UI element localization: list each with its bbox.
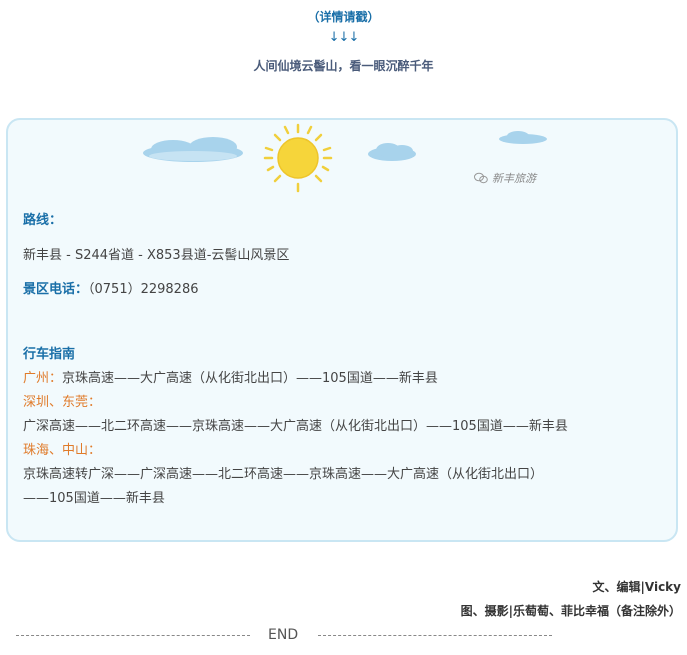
cloud-right-icon xyxy=(499,131,547,144)
guangzhou-text: 京珠高速——大广高速（从化街北出口）——105国道——新丰县 xyxy=(62,371,438,386)
route-text: 新丰县 - S244省道 - X853县道-云髻山风景区 xyxy=(23,248,290,263)
zhuhai-text-line1: 京珠高速转广深——广深高速——北二环高速——京珠高速——大广高速（从化街北出口） xyxy=(23,467,544,482)
end-divider-right xyxy=(318,635,552,636)
phone-row: 景区电话：（0751）2298286 xyxy=(23,278,199,297)
details-link[interactable]: （详情请戳） xyxy=(0,8,687,25)
shenzhen-label: 深圳、东莞： xyxy=(23,395,102,410)
end-divider-left xyxy=(16,635,250,636)
wechat-icon xyxy=(474,172,488,184)
shenzhen-text: 广深高速——北二环高速——京珠高速——大广高速（从化街北出口）——105国道——… xyxy=(23,419,568,434)
guide-title: 行车指南 xyxy=(23,347,76,362)
credit-photo: 图、摄影|乐萄萄、菲比幸福（备注除外） xyxy=(460,604,681,618)
tagline: 人间仙境云髻山，看一眼沉醉千年 xyxy=(253,59,434,73)
end-marker: END xyxy=(268,627,299,643)
brand-watermark: 新丰旅游 xyxy=(474,170,536,186)
brand-name: 新丰旅游 xyxy=(492,172,536,185)
route-label: 路线： xyxy=(23,213,63,228)
credit-text: 文、编辑|Vicky xyxy=(592,580,682,594)
sky-decoration xyxy=(143,123,547,193)
sun-icon xyxy=(263,123,333,193)
zhuhai-label: 珠海、中山： xyxy=(23,443,102,458)
cloud-left-icon xyxy=(143,137,243,162)
guangzhou-label: 广州： xyxy=(23,371,63,386)
guangzhou-row: 广州：京珠高速——大广高速（从化街北出口）——105国道——新丰县 xyxy=(23,367,438,386)
info-card: 新丰旅游 路线： 新丰县 - S244省道 - X853县道-云髻山风景区 景区… xyxy=(6,118,678,542)
down-arrows: ↓↓↓ xyxy=(328,30,360,45)
phone-number[interactable]: （0751）2298286 xyxy=(88,282,198,297)
phone-label: 景区电话： xyxy=(23,282,89,297)
zhuhai-text-line2: ——105国道——新丰县 xyxy=(23,491,165,506)
cloud-middle-icon xyxy=(368,143,416,161)
